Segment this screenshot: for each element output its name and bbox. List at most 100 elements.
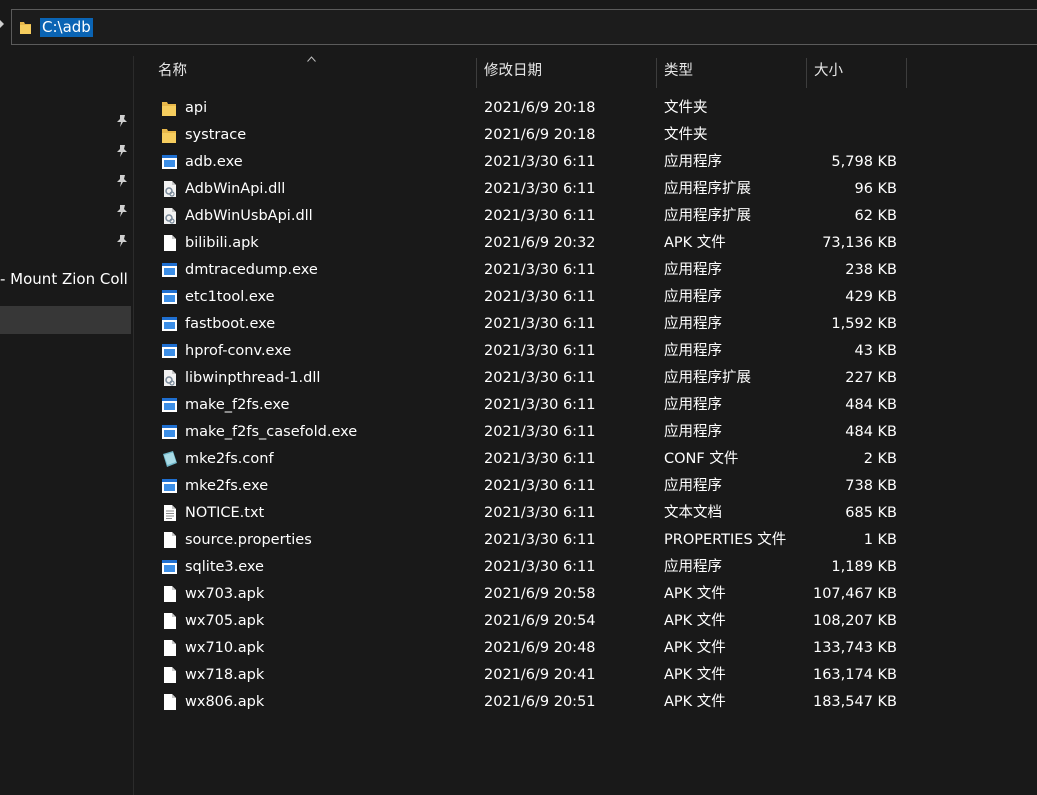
dll-icon (164, 208, 176, 224)
column-divider[interactable] (906, 58, 907, 88)
file-name[interactable]: systrace (185, 122, 246, 149)
file-name[interactable]: etc1tool.exe (185, 284, 275, 311)
exe-icon (162, 398, 177, 412)
file-modified-date: 2021/3/30 6:11 (484, 289, 596, 305)
file-name[interactable]: mke2fs.conf (185, 446, 274, 473)
exe-icon (162, 290, 177, 304)
file-name[interactable]: wx710.apk (185, 635, 264, 662)
file-size (805, 122, 897, 149)
file-name[interactable]: NOTICE.txt (185, 500, 264, 527)
file-row[interactable]: adb.exe 2021/3/30 6:11 应用程序 5,798 KB (135, 149, 935, 176)
file-type: 文件夹 (664, 100, 708, 116)
pin-icon[interactable] (116, 144, 128, 158)
file-size: 1,592 KB (831, 316, 897, 332)
file-size: 738 KB (845, 478, 897, 494)
pin-icon[interactable] (116, 234, 128, 248)
file-name[interactable]: adb.exe (185, 149, 243, 176)
file-name[interactable]: wx718.apk (185, 662, 264, 689)
folder-icon (162, 129, 176, 143)
file-modified-date: 2021/3/30 6:11 (484, 478, 596, 494)
file-type: APK 文件 (664, 586, 726, 602)
file-modified-date: 2021/6/9 20:18 (484, 100, 596, 116)
file-name[interactable]: make_f2fs_casefold.exe (185, 419, 357, 446)
file-name[interactable]: fastboot.exe (185, 311, 275, 338)
address-bar[interactable]: C:\adb (11, 9, 1037, 45)
file-name[interactable]: bilibili.apk (185, 230, 259, 257)
file-row[interactable]: make_f2fs.exe 2021/3/30 6:11 应用程序 484 KB (135, 392, 935, 419)
pin-icon[interactable] (116, 114, 128, 128)
file-name[interactable]: dmtracedump.exe (185, 257, 318, 284)
column-header-size[interactable]: 大小 (814, 56, 843, 86)
file-row[interactable]: hprof-conv.exe 2021/3/30 6:11 应用程序 43 KB (135, 338, 935, 365)
exe-icon (162, 479, 177, 493)
file-row[interactable]: wx705.apk 2021/6/9 20:54 APK 文件 108,207 KB (135, 608, 935, 635)
file-row[interactable]: NOTICE.txt 2021/3/30 6:11 文本文档 685 KB (135, 500, 935, 527)
nav-arrow-icon[interactable] (0, 20, 4, 28)
file-row[interactable]: mke2fs.exe 2021/3/30 6:11 应用程序 738 KB (135, 473, 935, 500)
file-type: 应用程序 (664, 262, 722, 278)
file-size: 183,547 KB (812, 694, 897, 710)
file-row[interactable]: wx710.apk 2021/6/9 20:48 APK 文件 133,743 KB (135, 635, 935, 662)
file-row[interactable]: make_f2fs_casefold.exe 2021/3/30 6:11 应用程序… (135, 419, 935, 446)
file-row[interactable]: AdbWinUsbApi.dll 2021/3/30 6:11 应用程序扩展 62 K… (135, 203, 935, 230)
file-name[interactable]: source.properties (185, 527, 312, 554)
file-name[interactable]: make_f2fs.exe (185, 392, 289, 419)
file-name[interactable]: hprof-conv.exe (185, 338, 291, 365)
file-row[interactable]: wx718.apk 2021/6/9 20:41 APK 文件 163,174 KB (135, 662, 935, 689)
file-icon (164, 235, 176, 251)
file-row[interactable]: etc1tool.exe 2021/3/30 6:11 应用程序 429 KB (135, 284, 935, 311)
file-type: 应用程序 (664, 316, 722, 332)
file-row[interactable]: bilibili.apk 2021/6/9 20:32 APK 文件 73,136 K… (135, 230, 935, 257)
file-name[interactable]: libwinpthread-1.dll (185, 365, 320, 392)
file-size (805, 95, 897, 122)
file-size: 107,467 KB (812, 586, 897, 602)
file-name[interactable]: wx705.apk (185, 608, 264, 635)
file-size: 484 KB (845, 424, 897, 440)
address-path-text[interactable]: C:\adb (40, 18, 93, 37)
pin-icon[interactable] (116, 204, 128, 218)
column-header-name[interactable]: 名称 (158, 56, 187, 86)
file-row[interactable]: wx703.apk 2021/6/9 20:58 APK 文件 107,467 KB (135, 581, 935, 608)
file-name[interactable]: AdbWinApi.dll (185, 176, 285, 203)
file-row[interactable]: fastboot.exe 2021/3/30 6:11 应用程序 1,592 KB (135, 311, 935, 338)
navigation-pane: - Mount Zion Coll (0, 56, 133, 795)
file-name[interactable]: AdbWinUsbApi.dll (185, 203, 313, 230)
file-type: 文本文档 (664, 505, 722, 521)
file-name[interactable]: wx703.apk (185, 581, 264, 608)
column-divider[interactable] (656, 58, 657, 88)
file-row[interactable]: mke2fs.conf 2021/3/30 6:11 CONF 文件 2 KB (135, 446, 935, 473)
file-size: 429 KB (845, 289, 897, 305)
column-header-type[interactable]: 类型 (664, 56, 693, 86)
file-name[interactable]: wx806.apk (185, 689, 264, 716)
file-modified-date: 2021/6/9 20:41 (484, 667, 596, 683)
file-modified-date: 2021/3/30 6:11 (484, 370, 596, 386)
file-size: 73,136 KB (822, 235, 897, 251)
file-row[interactable]: systrace 2021/6/9 20:18 文件夹 (135, 122, 935, 149)
file-type: 应用程序 (664, 478, 722, 494)
file-name[interactable]: sqlite3.exe (185, 554, 264, 581)
file-row[interactable]: wx806.apk 2021/6/9 20:51 APK 文件 183,547 KB (135, 689, 935, 716)
file-name[interactable]: mke2fs.exe (185, 473, 268, 500)
pin-icon[interactable] (116, 174, 128, 188)
address-toolbar: C:\adb (0, 0, 1037, 56)
file-modified-date: 2021/3/30 6:11 (484, 154, 596, 170)
column-divider[interactable] (476, 58, 477, 88)
file-row[interactable]: source.properties 2021/3/30 6:11 PROPERTIE… (135, 527, 935, 554)
column-header-date[interactable]: 修改日期 (484, 56, 542, 86)
file-size: 62 KB (854, 208, 897, 224)
sidebar-item-selected[interactable] (0, 306, 131, 334)
file-type: APK 文件 (664, 235, 726, 251)
sidebar-item-mount-zion[interactable]: - Mount Zion Coll (0, 270, 128, 288)
file-name[interactable]: api (185, 95, 207, 122)
file-size: 5,798 KB (831, 154, 897, 170)
file-type: 应用程序 (664, 397, 722, 413)
column-divider[interactable] (806, 58, 807, 88)
file-row[interactable]: AdbWinApi.dll 2021/3/30 6:11 应用程序扩展 96 KB (135, 176, 935, 203)
file-type: CONF 文件 (664, 451, 739, 467)
file-row[interactable]: api 2021/6/9 20:18 文件夹 (135, 95, 935, 122)
file-row[interactable]: sqlite3.exe 2021/3/30 6:11 应用程序 1,189 KB (135, 554, 935, 581)
file-modified-date: 2021/3/30 6:11 (484, 343, 596, 359)
pane-divider[interactable] (133, 56, 134, 795)
file-row[interactable]: dmtracedump.exe 2021/3/30 6:11 应用程序 238 KB (135, 257, 935, 284)
file-row[interactable]: libwinpthread-1.dll 2021/3/30 6:11 应用程序扩展 2… (135, 365, 935, 392)
